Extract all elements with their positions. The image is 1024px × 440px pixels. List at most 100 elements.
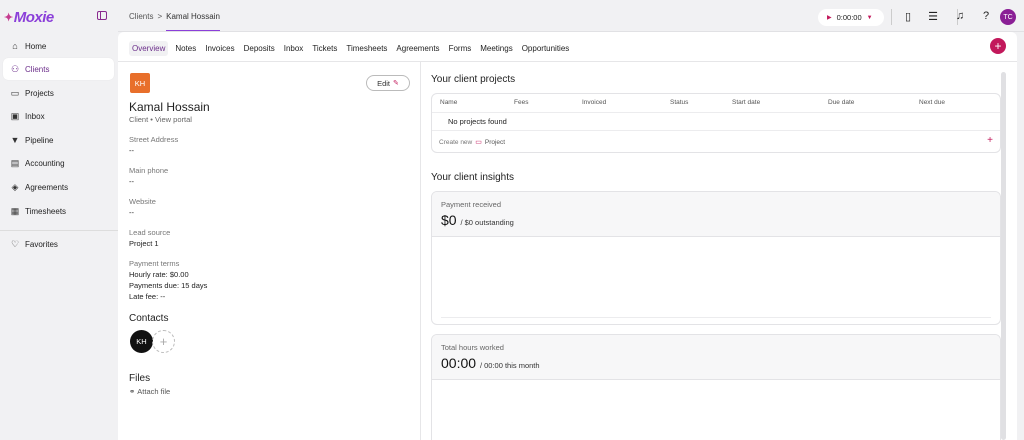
contacts-heading: Contacts: [129, 313, 169, 324]
hours-amount-value: 00:00: [441, 355, 477, 371]
files-heading: Files: [129, 373, 151, 384]
main-panel: Overview Notes Invoices Deposits Inbox T…: [118, 32, 1017, 440]
top-bar: Clients > Kamal Hossain ▶ 0:00:00 ▼ ▯ ☰ …: [118, 0, 1024, 32]
timer-button[interactable]: ▶ 0:00:00 ▼: [818, 9, 884, 26]
client-subtitle[interactable]: Client • View portal: [129, 115, 192, 124]
sidebar-item-label: Pipeline: [25, 135, 54, 145]
column-header: Invoiced: [582, 99, 607, 106]
payment-card: Payment received $0 / $0 outstanding: [431, 191, 1001, 325]
tab-overview[interactable]: Overview: [129, 41, 169, 56]
hours-month: / 00:00 this month: [479, 361, 540, 370]
sidebar-item-label: Projects: [25, 88, 54, 98]
bell-icon[interactable]: ♫: [954, 10, 966, 22]
sidebar-item-label: Inbox: [25, 111, 45, 121]
hourly-rate-value: Hourly rate: $0.00: [129, 270, 189, 279]
logo-text: Moxie: [13, 9, 55, 26]
column-header: Status: [670, 99, 689, 106]
tabs-divider: [118, 61, 1017, 62]
tab-inbox[interactable]: Inbox: [282, 41, 306, 56]
client-tabs: Overview Notes Invoices Deposits Inbox T…: [129, 41, 571, 56]
tab-forms[interactable]: Forms: [447, 41, 474, 56]
paperclip-icon: ⚭: [129, 387, 136, 396]
add-project-icon[interactable]: +: [987, 135, 993, 146]
users-icon: ⚇: [10, 63, 20, 74]
create-type-label: Project: [484, 138, 506, 146]
folder-icon: ▭: [475, 139, 482, 146]
lead-source-label: Lead source: [129, 228, 171, 237]
scrollbar[interactable]: [1001, 72, 1006, 440]
attach-file-link[interactable]: ⚭ Attach file: [129, 387, 170, 396]
handshake-icon: ◈: [11, 181, 19, 192]
collapse-sidebar-icon[interactable]: [97, 11, 107, 20]
hours-card: Total hours worked 00:00 / 00:00 this mo…: [431, 334, 1001, 440]
sidebar-divider: [0, 230, 118, 231]
projects-table: Name Fees Invoiced Status Start date Due…: [431, 93, 1001, 153]
receipt-icon: ▤: [10, 157, 20, 168]
tasks-icon[interactable]: ☰: [927, 10, 939, 23]
sidebar-item-label: Agreements: [25, 182, 69, 192]
tab-agreements[interactable]: Agreements: [394, 41, 441, 56]
chevron-down-icon: ▼: [866, 14, 873, 21]
tab-invoices[interactable]: Invoices: [203, 41, 236, 56]
empty-state: No projects found: [448, 117, 507, 126]
sidebar-item-favorites[interactable]: ♡ Favorites: [3, 233, 114, 255]
card-header: Payment received $0 / $0 outstanding: [432, 192, 1000, 237]
projects-heading: Your client projects: [431, 74, 516, 85]
client-avatar: KH: [130, 73, 150, 93]
sidebar-item-label: Favorites: [25, 239, 58, 249]
hours-title: Total hours worked: [441, 343, 504, 352]
attach-label: Attach file: [137, 387, 171, 396]
card-header: Total hours worked 00:00 / 00:00 this mo…: [432, 335, 1000, 380]
tab-deposits[interactable]: Deposits: [242, 41, 277, 56]
tab-meetings[interactable]: Meetings: [478, 41, 514, 56]
street-address-label: Street Address: [129, 135, 179, 144]
home-icon: ⌂: [12, 41, 18, 51]
breadcrumb-current: Kamal Hossain: [166, 12, 220, 31]
inbox-icon: ▣: [10, 110, 20, 121]
mobile-icon[interactable]: ▯: [902, 10, 914, 23]
tab-tickets[interactable]: Tickets: [310, 41, 339, 56]
payment-outstanding: / $0 outstanding: [460, 218, 514, 227]
sidebar-item-agreements[interactable]: ◈ Agreements: [3, 176, 114, 198]
breadcrumb-clients[interactable]: Clients: [129, 12, 153, 31]
filter-icon: ▼: [10, 135, 20, 145]
website-value: --: [129, 208, 134, 217]
divider: [891, 9, 892, 25]
user-avatar[interactable]: TC: [1000, 9, 1016, 25]
contact-avatar[interactable]: KH: [130, 330, 153, 353]
sidebar-item-inbox[interactable]: ▣ Inbox: [3, 105, 114, 127]
tab-opportunities[interactable]: Opportunities: [520, 41, 572, 56]
timer-value: 0:00:00: [836, 13, 862, 22]
hours-amount: 00:00 / 00:00 this month: [441, 355, 540, 371]
help-icon[interactable]: ?: [980, 10, 992, 22]
create-new-project[interactable]: Create new ▭ Project: [439, 138, 506, 147]
column-header: Next due: [919, 99, 946, 106]
street-address-value: --: [129, 146, 134, 155]
edit-label: Edit: [377, 78, 391, 88]
sidebar-item-accounting[interactable]: ▤ Accounting: [3, 152, 114, 174]
insights-heading: Your client insights: [431, 172, 515, 183]
column-header: Due date: [828, 99, 855, 106]
sidebar-item-pipeline[interactable]: ▼ Pipeline: [3, 129, 114, 151]
divider: [432, 130, 1000, 131]
sidebar-item-home[interactable]: ⌂ Home: [3, 35, 114, 57]
client-name: Kamal Hossain: [129, 100, 210, 114]
sidebar: ✦ Moxie ⌂ Home ⚇ Clients ▭ Projects ▣ Inbox ▼…: [0, 0, 118, 440]
breadcrumb-separator: >: [157, 12, 163, 21]
sidebar-item-timesheets[interactable]: ▦ Timesheets: [3, 200, 114, 222]
breadcrumb: Clients > Kamal Hossain: [129, 12, 220, 31]
sidebar-item-label: Timesheets: [25, 206, 67, 216]
sidebar-item-clients[interactable]: ⚇ Clients: [3, 58, 114, 80]
sidebar-item-label: Home: [25, 41, 47, 51]
tab-notes[interactable]: Notes: [173, 41, 198, 56]
add-button[interactable]: +: [990, 38, 1006, 54]
column-header: Name: [440, 99, 458, 106]
main-phone-value: --: [129, 177, 134, 186]
moxie-logo[interactable]: ✦ Moxie: [4, 9, 54, 26]
sidebar-item-label: Clients: [25, 64, 50, 74]
add-contact-button[interactable]: +: [152, 330, 175, 353]
edit-button[interactable]: Edit ✎: [366, 75, 410, 91]
calendar-clock-icon: ▦: [10, 205, 20, 216]
sidebar-item-projects[interactable]: ▭ Projects: [3, 82, 114, 104]
tab-timesheets[interactable]: Timesheets: [344, 41, 389, 56]
